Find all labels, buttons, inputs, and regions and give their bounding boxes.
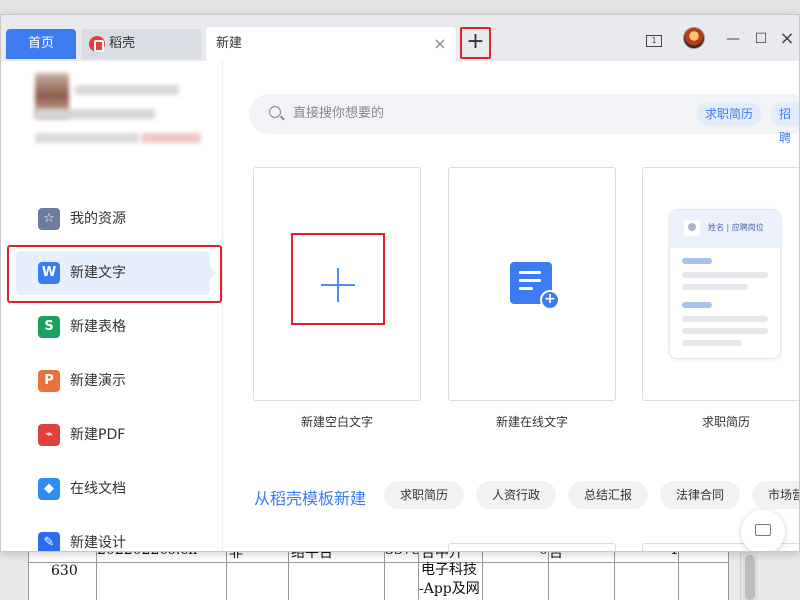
tab-new-label: 新建 [216,36,243,51]
pdf-icon: ⌁ [38,424,60,446]
background-cell: 20220220 6.cn [97,545,227,600]
sidebar-item-label: 在线文档 [70,481,126,497]
search-input[interactable]: 直接搜你想要的 [293,94,384,134]
avatar[interactable] [683,27,705,49]
window-count-badge: 1 [646,35,662,47]
search-chip-hiring[interactable]: 招聘 [771,102,799,145]
card-label: 新建在线文字 [495,415,568,429]
resume-bar [682,272,768,278]
resume-preview: 姓名 | 应聘岗位 [669,209,782,359]
background-cell: 络平台 [289,545,385,600]
search-chip-resume[interactable]: 求职简历 [697,102,762,126]
templates-section-title[interactable]: 从稻壳模板新建 [254,485,366,509]
background-cell: 非 [227,545,289,600]
tab-new[interactable]: 新建 [206,27,456,61]
doc-line [519,271,541,274]
background-scrollbar[interactable] [740,545,758,600]
add-tab-button[interactable]: + [460,27,491,59]
design-icon: ✎ [38,532,60,551]
window-count-icon[interactable]: 1 [642,29,666,49]
new-document-window: 首页 稻壳 新建 × + 1 — ☐ × ☆ 我的资源 W 新建文字 S 新建表… [0,14,800,552]
background-cell: 1 [615,545,679,600]
tab-daoke[interactable]: 稻壳 [81,29,201,59]
background-cell [679,545,729,600]
resume-header-text: 姓名 | 应聘岗位 [708,223,764,232]
template-chip-resume[interactable]: 求职简历 [384,481,465,509]
maximize-icon[interactable]: ☐ [751,29,771,49]
sidebar-item-my-resources[interactable]: ☆ 我的资源 [16,197,210,241]
background-cell: 630 [29,545,97,600]
background-cell: 3373 [385,545,419,600]
sidebar-item-label: 新建PDF [70,427,126,443]
template-card-peek[interactable] [448,543,616,551]
sidebar: ☆ 我的资源 W 新建文字 S 新建表格 P 新建演示 ⌁ 新建PDF ◆ 在线… [1,61,223,551]
sidebar-item-label: 我的资源 [70,211,126,227]
background-cell: 否 [549,545,615,600]
background-scrollbar-thumb[interactable] [745,555,755,600]
blurred-text [141,133,201,143]
doc-line [519,279,541,282]
background-cell: 0 [483,545,549,600]
sidebar-item-online-docs[interactable]: ◆ 在线文档 [16,467,210,511]
blurred-text [35,133,139,143]
background-table: 630 20220220 6.cn 非 络平台 3373 合中升 电子科技 -A… [28,545,729,600]
sidebar-item-new-pdf[interactable]: ⌁ 新建PDF [16,413,210,457]
resume-preview-header: 姓名 | 应聘岗位 [670,210,782,248]
tab-bar: 首页 稻壳 新建 × + 1 — ☐ × [1,15,799,61]
sidebar-item-label: 新建表格 [70,319,126,335]
slides-icon: P [38,370,60,392]
search-bar[interactable]: 直接搜你想要的 求职简历 招聘 [249,94,799,145]
close-window-icon[interactable]: × [777,29,797,49]
minimize-icon[interactable]: — [723,29,743,49]
sidebar-item-new-slides[interactable]: P 新建演示 [16,359,210,403]
resume-bar [682,316,768,322]
card-label: 求职简历 [701,415,750,429]
resume-bar [682,258,712,264]
resume-bar [682,284,748,290]
sidebar-item-new-sheet[interactable]: S 新建表格 [16,305,210,349]
template-chip-hr[interactable]: 人资行政 [476,481,557,509]
resume-bar [682,328,768,334]
card-label: 新建空白文字 [300,415,373,429]
feedback-button[interactable] [741,510,785,551]
star-icon: ☆ [38,208,60,230]
online-doc-icon: + [510,262,560,310]
blurred-text [35,109,155,119]
add-badge-icon: + [540,290,560,310]
highlight-frame-new-text [7,245,222,303]
sidebar-item-label: 新建设计 [70,535,126,551]
plus-icon-vertical [337,268,339,302]
tab-close-icon[interactable]: × [431,35,449,53]
tab-daoke-label: 稻壳 [109,36,136,51]
search-icon [269,106,281,118]
blurred-text [75,85,179,95]
resume-bar [682,340,742,346]
template-chip-marketing[interactable]: 市场营 [752,481,799,509]
sidebar-item-new-design[interactable]: ✎ 新建设计 [16,521,210,551]
chat-icon [755,524,771,536]
row-number: 630 [51,563,78,579]
company-line2: 电子科技 [421,562,477,578]
doc-line [519,287,533,290]
tab-home[interactable]: 首页 [6,29,76,59]
company-line3: -App及网 [419,581,480,597]
daoke-logo-icon [89,36,105,52]
sheet-icon: S [38,316,60,338]
template-chip-reports[interactable]: 总结汇报 [568,481,649,509]
resume-photo-icon [684,220,700,236]
resume-bar [682,302,712,308]
template-chip-legal[interactable]: 法律合同 [660,481,741,509]
sidebar-item-label: 新建演示 [70,373,126,389]
background-cell: 合中升 电子科技 -App及网 [419,545,483,600]
cloud-doc-icon: ◆ [38,478,60,500]
